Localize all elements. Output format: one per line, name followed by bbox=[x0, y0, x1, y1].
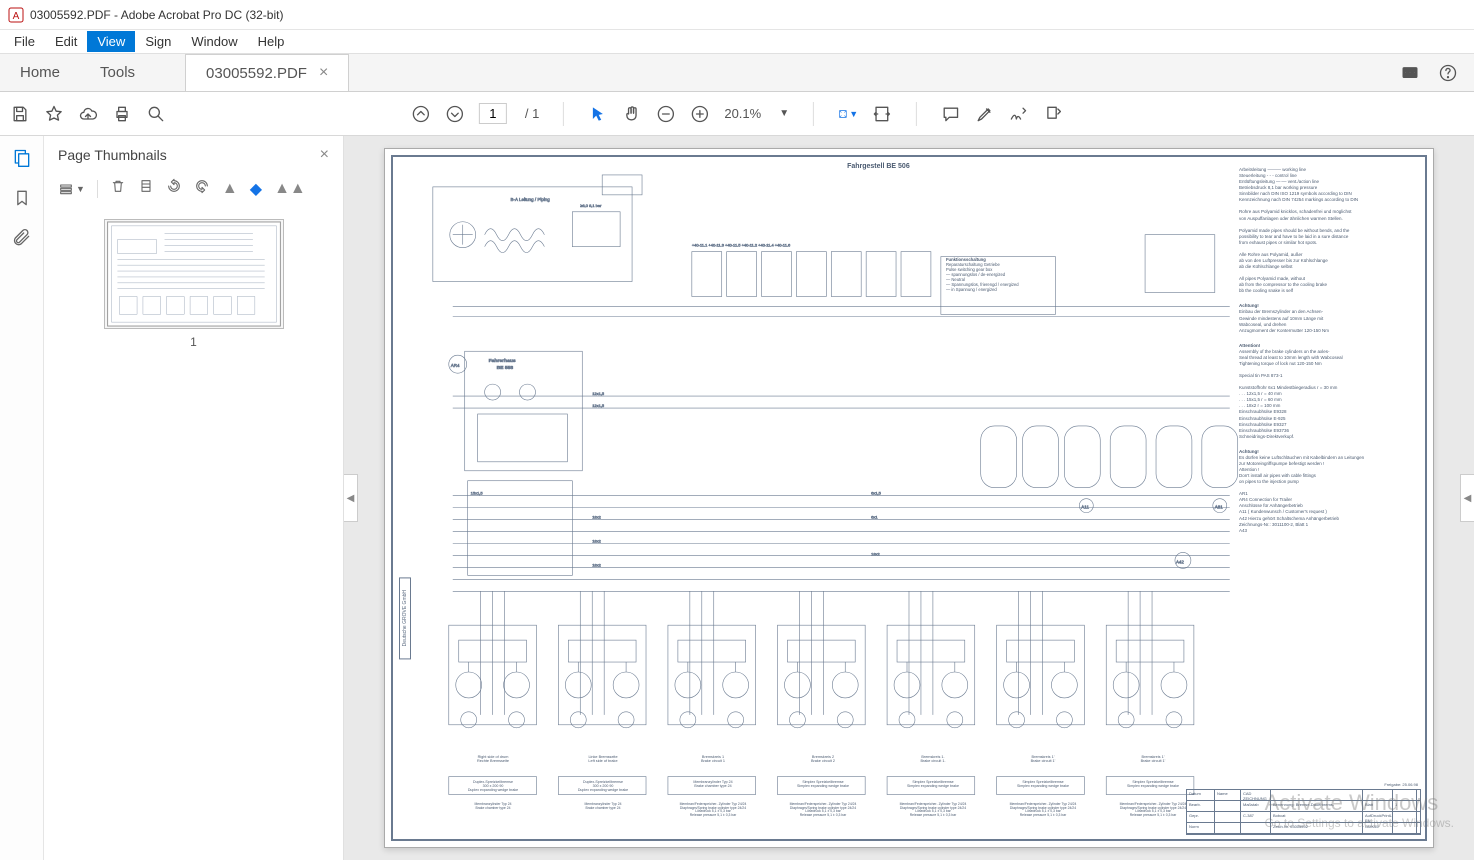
page-up-icon[interactable] bbox=[411, 104, 431, 124]
bookmark-icon[interactable] bbox=[12, 188, 32, 208]
svg-text:B-A Leitung / Piping: B-A Leitung / Piping bbox=[511, 197, 551, 202]
titleblock: Freigabe: 25.06.98 DatumNameCAD ZEICHNUN… bbox=[1186, 789, 1421, 835]
zoom-large-icon[interactable]: ▲▲ bbox=[274, 180, 306, 198]
svg-text:12x1,5: 12x1,5 bbox=[592, 391, 605, 396]
zoom-mid-icon[interactable]: ◆ bbox=[250, 179, 262, 199]
thumbnails-icon[interactable] bbox=[12, 148, 32, 168]
zoom-out-icon[interactable] bbox=[656, 104, 676, 124]
tabbar: Home Tools 03005592.PDF × bbox=[0, 54, 1474, 92]
svg-text:A81: A81 bbox=[1215, 505, 1223, 510]
fit-width-icon[interactable] bbox=[872, 104, 892, 124]
tab-home[interactable]: Home bbox=[0, 54, 80, 91]
cloud-upload-icon[interactable] bbox=[78, 104, 98, 124]
insert-page-icon[interactable] bbox=[138, 178, 154, 199]
svg-text:AR4: AR4 bbox=[451, 363, 460, 368]
search-icon[interactable] bbox=[146, 104, 166, 124]
freigabe: Freigabe: 25.06.98 bbox=[1384, 782, 1418, 787]
collapse-right-icon[interactable]: ◀ bbox=[1460, 474, 1474, 522]
toolbar: / 1 20.1% ▼ ▼ bbox=[0, 92, 1474, 136]
titlebar: A 03005592.PDF - Adobe Acrobat Pro DC (3… bbox=[0, 0, 1474, 30]
zoom-level[interactable]: 20.1% bbox=[724, 106, 761, 121]
hand-icon[interactable] bbox=[622, 104, 642, 124]
menu-window[interactable]: Window bbox=[181, 31, 247, 52]
collapse-left-icon[interactable]: ◀ bbox=[344, 474, 358, 522]
pointer-icon[interactable] bbox=[588, 104, 608, 124]
menu-view[interactable]: View bbox=[87, 31, 135, 52]
document-canvas[interactable]: ◀ ◀ Fahrgestell BE 506 B-A Leitung / Pip… bbox=[344, 136, 1474, 860]
svg-text:18x2: 18x2 bbox=[592, 562, 601, 567]
svg-text:Fahrerhaus: Fahrerhaus bbox=[489, 358, 516, 364]
delete-icon[interactable] bbox=[110, 178, 126, 199]
svg-text:A42: A42 bbox=[1176, 559, 1184, 564]
options-icon[interactable]: ▼ bbox=[58, 181, 85, 197]
main: Page Thumbnails × ▼ ▲ ◆ ▲▲ 1 ◀ ◀ Fahrges… bbox=[0, 136, 1474, 860]
zoom-small-icon[interactable]: ▲ bbox=[222, 180, 238, 198]
menu-file[interactable]: File bbox=[4, 31, 45, 52]
menu-help[interactable]: Help bbox=[248, 31, 295, 52]
sign-icon[interactable] bbox=[1009, 104, 1029, 124]
thumbnail-page-1[interactable] bbox=[104, 219, 284, 329]
fit-page-icon[interactable]: ▼ bbox=[838, 104, 858, 124]
page-down-icon[interactable] bbox=[445, 104, 465, 124]
stamp-icon[interactable] bbox=[1043, 104, 1063, 124]
svg-text:18x2: 18x2 bbox=[592, 539, 601, 544]
thumbnails-panel: Page Thumbnails × ▼ ▲ ◆ ▲▲ 1 bbox=[44, 136, 344, 860]
manufacturer-label: Deutsche GROVE GmbH bbox=[399, 577, 411, 659]
svg-text:+40-11.1 +40-11.3 +40-11.5: +40-11.1 +40-11.3 +40-11.5 +40-11.2 +40-… bbox=[692, 243, 791, 248]
comment-icon[interactable] bbox=[941, 104, 961, 124]
page-total: / 1 bbox=[525, 106, 539, 121]
save-icon[interactable] bbox=[10, 104, 30, 124]
tab-home-label: Home bbox=[20, 64, 60, 81]
print-icon[interactable] bbox=[112, 104, 132, 124]
tab-tools[interactable]: Tools bbox=[80, 54, 155, 91]
svg-text:12x1,5: 12x1,5 bbox=[592, 403, 605, 408]
notification-icon[interactable] bbox=[1400, 63, 1420, 83]
pdf-page: Fahrgestell BE 506 B-A Leitung / Piping … bbox=[384, 148, 1434, 848]
schematic: Fahrgestell BE 506 B-A Leitung / Piping … bbox=[391, 155, 1427, 841]
menu-edit[interactable]: Edit bbox=[45, 31, 87, 52]
chevron-down-icon[interactable]: ▼ bbox=[779, 108, 789, 119]
tab-tools-label: Tools bbox=[100, 64, 135, 81]
schematic-notes: Arbeitsleitung ——— working lineSteuerlei… bbox=[1239, 167, 1419, 534]
app-icon: A bbox=[8, 7, 24, 23]
menu-sign[interactable]: Sign bbox=[135, 31, 181, 52]
tab-document-label: 03005592.PDF bbox=[206, 65, 307, 82]
tab-document[interactable]: 03005592.PDF × bbox=[185, 54, 349, 91]
zoom-in-icon[interactable] bbox=[690, 104, 710, 124]
svg-text:6x1,5: 6x1,5 bbox=[871, 491, 882, 496]
rotate-cw-icon[interactable] bbox=[194, 178, 210, 199]
thumbnails-toolbar: ▼ ▲ ◆ ▲▲ bbox=[44, 174, 343, 209]
close-panel-icon[interactable]: × bbox=[320, 146, 329, 164]
help-icon[interactable] bbox=[1438, 63, 1458, 83]
thumbnails-title: Page Thumbnails bbox=[58, 147, 167, 163]
thumbnail-label: 1 bbox=[190, 335, 197, 349]
svg-text:A: A bbox=[13, 11, 20, 22]
svg-text:BE 558: BE 558 bbox=[497, 365, 514, 371]
svg-text:≥8,0 8,1 bar: ≥8,0 8,1 bar bbox=[580, 203, 602, 208]
funktionsschaltung-box: Funktionsschaltung Reparaturschaltung Ge… bbox=[946, 257, 1056, 292]
left-rail bbox=[0, 136, 44, 860]
page-number-input[interactable] bbox=[479, 103, 507, 124]
svg-text:15x1,5: 15x1,5 bbox=[471, 491, 484, 496]
menubar: File Edit View Sign Window Help bbox=[0, 30, 1474, 54]
svg-text:6x1: 6x1 bbox=[871, 515, 878, 520]
window-title: 03005592.PDF - Adobe Acrobat Pro DC (32-… bbox=[30, 8, 283, 22]
thumbnail-list: 1 bbox=[44, 209, 343, 860]
svg-text:18x2: 18x2 bbox=[871, 551, 880, 556]
svg-text:A11: A11 bbox=[1081, 505, 1089, 510]
close-icon[interactable]: × bbox=[319, 64, 328, 82]
rotate-ccw-icon[interactable] bbox=[166, 178, 182, 199]
svg-text:18x2: 18x2 bbox=[592, 515, 601, 520]
star-icon[interactable] bbox=[44, 104, 64, 124]
highlight-icon[interactable] bbox=[975, 104, 995, 124]
attachment-icon[interactable] bbox=[12, 228, 32, 248]
